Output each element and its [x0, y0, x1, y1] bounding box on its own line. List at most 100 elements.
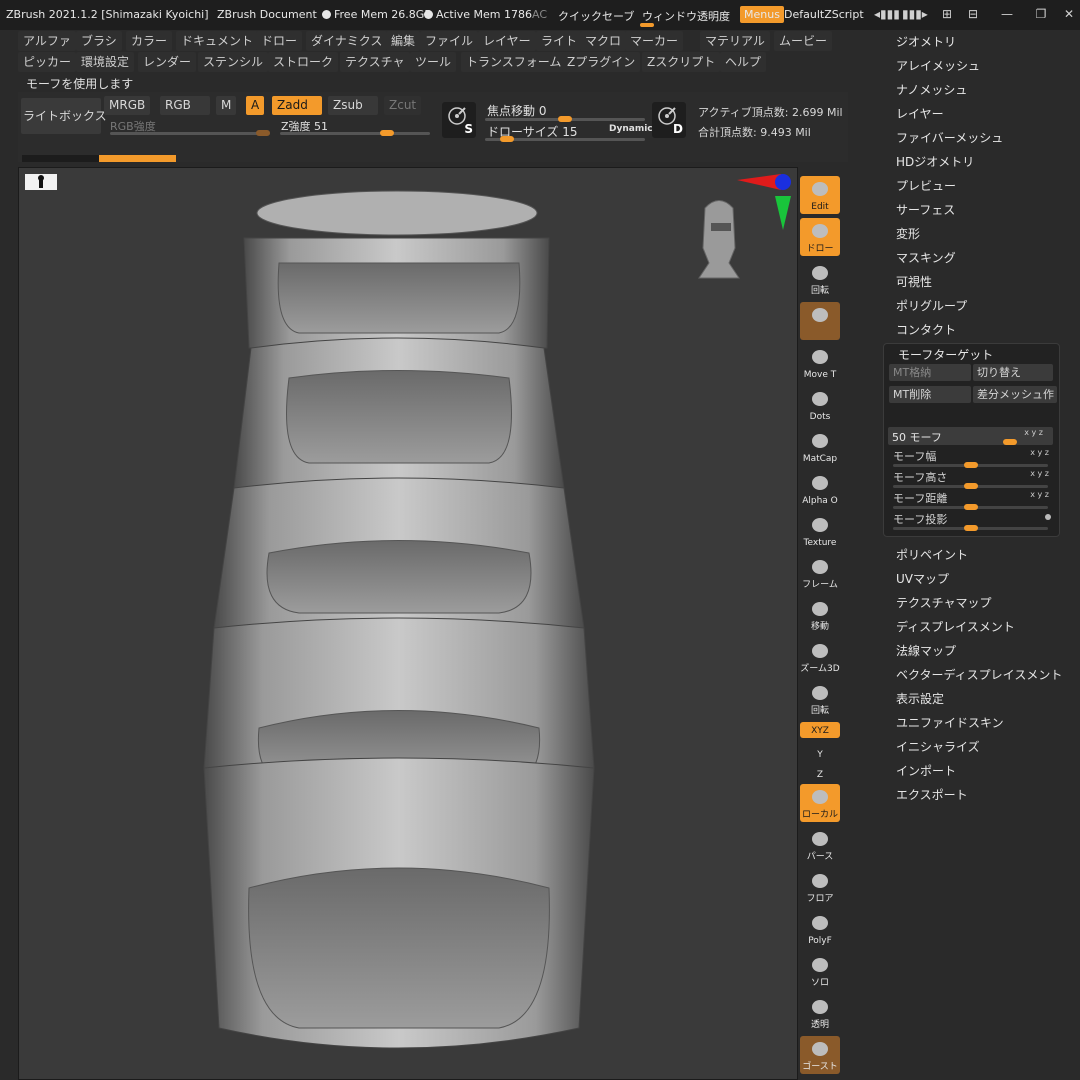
shelf-button[interactable]: PolyF — [800, 910, 840, 948]
shelf-button[interactable]: Move T — [800, 344, 840, 382]
zsub-button[interactable]: Zsub — [328, 96, 378, 115]
shelf-button[interactable]: フロア — [800, 868, 840, 906]
rgb-intensity-knob[interactable] — [256, 130, 270, 136]
viewport-canvas[interactable] — [18, 167, 798, 1080]
menu-item[interactable]: マーカー — [625, 31, 684, 51]
dynamic-toggle[interactable]: Dynamic — [609, 124, 653, 134]
panel-item[interactable]: アレイメッシュ — [896, 57, 980, 74]
zcut-button[interactable]: Zcut — [384, 96, 422, 115]
menus-toggle[interactable]: Menus — [740, 6, 784, 23]
panel-item[interactable]: サーフェス — [896, 201, 955, 218]
shelf-button[interactable]: 移動 — [800, 596, 840, 634]
menu-item[interactable]: ダイナミクス — [306, 31, 388, 51]
panel-item[interactable]: ディスプレイスメント — [896, 618, 1015, 635]
close-icon[interactable]: ✕ — [1062, 7, 1076, 21]
menu-item[interactable]: ドロー — [256, 31, 303, 51]
menu-item[interactable]: 環境設定 — [76, 52, 135, 72]
lightbox-button[interactable]: ライトボックス — [21, 98, 107, 134]
morph-distance-knob[interactable] — [964, 504, 978, 510]
shelf-button[interactable]: Edit — [800, 176, 840, 214]
m-button[interactable]: M — [216, 96, 237, 115]
morph-height-knob[interactable] — [964, 483, 978, 489]
sculpt-model[interactable] — [19, 168, 797, 1079]
focal-shift-knob[interactable] — [558, 116, 572, 122]
shelf-button[interactable]: ドロー — [800, 218, 840, 256]
panel-item[interactable]: マスキング — [896, 249, 956, 266]
orientation-gizmo[interactable] — [689, 168, 797, 298]
shelf-button[interactable]: 回転 — [800, 680, 840, 718]
shelf-button[interactable] — [800, 302, 840, 340]
panel-item[interactable]: HDジオメトリ — [896, 153, 974, 170]
mrgb-button[interactable]: MRGB — [104, 96, 151, 115]
menu-item[interactable]: カラー — [126, 31, 173, 51]
menu-item[interactable]: ツール — [410, 52, 457, 72]
menu-item[interactable]: ストローク — [268, 52, 339, 72]
menu-item[interactable]: Zスクリプト — [642, 52, 721, 72]
panel-item[interactable]: 変形 — [896, 225, 920, 242]
panel-item[interactable]: ナノメッシュ — [896, 81, 967, 98]
transparency-slider[interactable] — [640, 23, 654, 27]
draw-size-knob[interactable] — [500, 136, 514, 142]
panel-item[interactable]: テクスチャマップ — [896, 594, 992, 611]
panel-item[interactable]: エクスポート — [896, 786, 968, 803]
switch-button[interactable]: 切り替え — [973, 364, 1053, 381]
shelf-button[interactable]: 透明 — [800, 994, 840, 1032]
d-button[interactable]: D — [652, 102, 686, 138]
shelf-button[interactable]: MatCap — [800, 428, 840, 466]
z-intensity-knob[interactable] — [380, 130, 394, 136]
menu-item[interactable]: レイヤー — [478, 31, 536, 51]
panel-item[interactable]: ユニファイドスキン — [896, 714, 1004, 731]
menu-item[interactable]: ファイル — [420, 31, 479, 51]
panel-item[interactable]: ファイバーメッシュ — [896, 129, 1003, 146]
panel-item[interactable]: ポリペイント — [896, 546, 968, 563]
menu-item[interactable]: マテリアル — [700, 31, 770, 51]
panel-item[interactable]: ジオメトリ — [896, 33, 956, 50]
zadd-button[interactable]: Zadd — [272, 96, 322, 115]
menu-item[interactable]: トランスフォーム — [461, 52, 567, 72]
menu-item[interactable]: ピッカー — [18, 52, 77, 72]
rgb-intensity-slider[interactable] — [110, 132, 270, 135]
shelf-button[interactable]: ズーム3D — [800, 638, 840, 676]
menu-item[interactable]: テクスチャ — [340, 52, 410, 72]
layout2-icon[interactable]: ⊟ — [966, 7, 980, 21]
rgb-button[interactable]: RGB — [160, 96, 210, 115]
shelf-button[interactable]: ローカル — [800, 784, 840, 822]
shelf-button[interactable]: Alpha O — [800, 470, 840, 508]
panel-item[interactable]: レイヤー — [896, 105, 944, 122]
shelf-button[interactable]: Dots — [800, 386, 840, 424]
store-mt-button[interactable]: MT格納 — [889, 364, 971, 381]
menu-item[interactable]: ヘルプ — [720, 52, 767, 72]
panel-item[interactable]: 可視性 — [896, 273, 932, 290]
panel-item[interactable]: コンタクト — [896, 321, 956, 338]
slider-left-icon[interactable]: ◂▮▮▮ — [874, 7, 900, 21]
shelf-button[interactable]: 回転 — [800, 260, 840, 298]
layout-icon[interactable]: ⊞ — [940, 7, 954, 21]
shelf-button[interactable]: ソロ — [800, 952, 840, 990]
create-diff-mesh-button[interactable]: 差分メッシュ作 — [973, 386, 1057, 403]
panel-item[interactable]: 表示設定 — [896, 690, 944, 707]
menu-item[interactable]: ブラシ — [76, 31, 122, 51]
morph-slider[interactable]: 50 モーフ x y z — [888, 427, 1053, 445]
panel-item[interactable]: イニシャライズ — [896, 738, 980, 755]
shelf-button[interactable]: ゴースト — [800, 1036, 840, 1074]
morph-slider-knob[interactable] — [1003, 439, 1017, 445]
panel-item[interactable]: 法線マップ — [896, 642, 956, 659]
menu-item[interactable]: ムービー — [774, 31, 833, 51]
shelf-button[interactable]: フレーム — [800, 554, 840, 592]
shelf-button[interactable]: Z — [800, 764, 840, 782]
window-transparency-button[interactable]: ウィンドウ透明度 — [642, 8, 730, 24]
shelf-button[interactable]: XYZ — [800, 722, 840, 738]
menu-item[interactable]: ドキュメント — [176, 31, 259, 51]
a-button[interactable]: A — [246, 96, 265, 115]
menu-item[interactable]: 編集 — [386, 31, 421, 51]
panel-item[interactable]: UVマップ — [896, 570, 949, 587]
menu-item[interactable]: ステンシル — [198, 52, 269, 72]
menu-item[interactable]: レンダー — [138, 52, 197, 72]
shelf-button[interactable]: Y — [800, 744, 840, 762]
morph-target-title[interactable]: モーフターゲット — [898, 346, 993, 363]
menu-item[interactable]: アルファ — [18, 31, 76, 51]
menu-item[interactable]: Zプラグイン — [562, 52, 641, 72]
s-button[interactable]: S — [442, 102, 476, 138]
shelf-button[interactable]: パース — [800, 826, 840, 864]
morph-projection-knob[interactable] — [964, 525, 978, 531]
